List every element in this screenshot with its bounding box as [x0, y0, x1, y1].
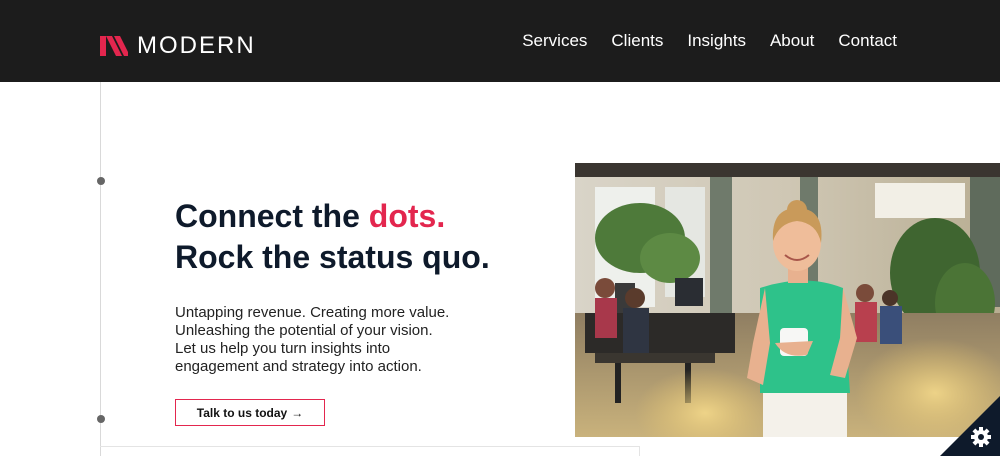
- decorative-divider-tick: [639, 446, 640, 456]
- decorative-horizontal-line: [100, 446, 640, 447]
- nav-insights[interactable]: Insights: [687, 30, 746, 52]
- cta-label: Talk to us today: [196, 405, 288, 420]
- gear-icon: [971, 427, 991, 447]
- talk-to-us-button[interactable]: Talk to us today →: [175, 399, 325, 426]
- nav-clients[interactable]: Clients: [611, 30, 663, 52]
- main-nav: Services Clients Insights About Contact: [498, 30, 897, 52]
- office-woman-photo: [575, 163, 1000, 437]
- hero-photo: [575, 163, 1000, 437]
- description-line: Untapping revenue. Creating more value.: [175, 304, 450, 321]
- modern-logo-mark-icon: [100, 36, 128, 56]
- description-line: Unleashing the potential of your vision.: [175, 322, 433, 339]
- cookie-settings-button[interactable]: [940, 396, 1000, 456]
- decorative-dot-bottom: [97, 415, 105, 423]
- headline-accent: dots.: [368, 198, 446, 234]
- site-header: MODERN Services Clients Insights About C…: [0, 0, 1000, 82]
- description-line: engagement and strategy into action.: [175, 358, 422, 375]
- headline-prefix: Connect the: [175, 198, 369, 234]
- headline-line-1: Connect the dots.: [175, 196, 490, 237]
- logo-text: MODERN: [137, 32, 256, 59]
- nav-services[interactable]: Services: [522, 30, 587, 52]
- decorative-dot-top: [97, 177, 105, 185]
- decorative-vertical-line: [100, 82, 101, 456]
- nav-about[interactable]: About: [770, 30, 814, 52]
- hero-description: Untapping revenue. Creating more value. …: [175, 304, 495, 376]
- logo[interactable]: MODERN: [100, 34, 256, 58]
- arrow-right-icon: →: [291, 405, 304, 420]
- hero-headline: Connect the dots. Rock the status quo.: [175, 196, 490, 278]
- description-line: Let us help you turn insights into: [175, 340, 391, 357]
- nav-contact[interactable]: Contact: [838, 30, 897, 52]
- headline-line-2: Rock the status quo.: [175, 239, 490, 275]
